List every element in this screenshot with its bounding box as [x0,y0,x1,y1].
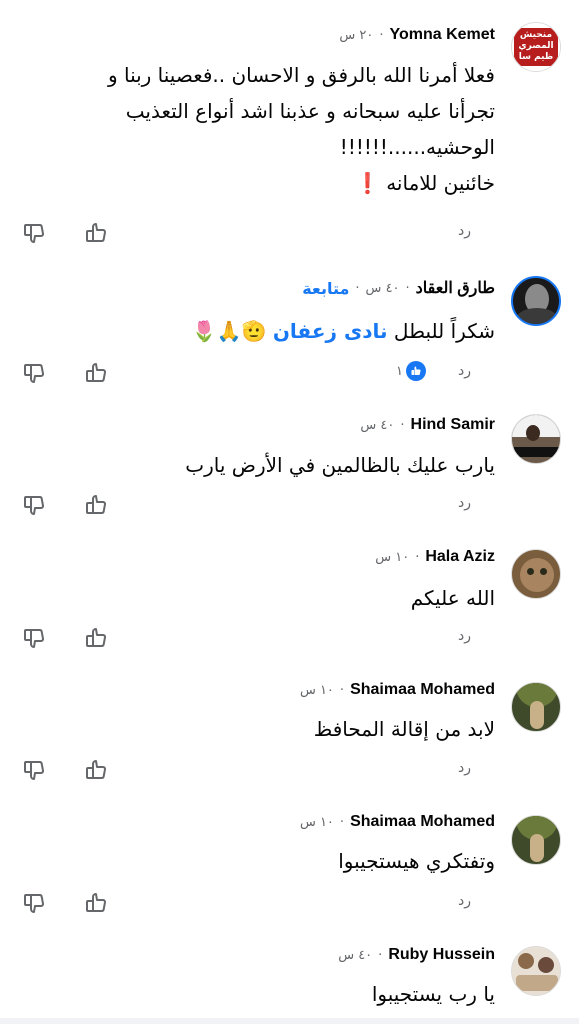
timestamp[interactable]: ٤٠ س [360,418,394,433]
follow-button[interactable]: متابعة [302,279,349,298]
avatar[interactable] [511,276,561,326]
comment-header: Shaimaa Mohamed · ١٠ س [299,813,495,831]
reaction-count: ١ [396,363,403,379]
comment-actions: ١ رد [0,359,579,391]
timestamp[interactable]: ١٠ س [300,683,334,698]
author-name[interactable]: Hind Samir [411,416,495,434]
comment-text: يا رب يستجيبوا [371,982,495,1006]
comment-actions: رد [0,219,579,251]
author-name[interactable]: طارق العقاد [416,278,495,298]
author-name[interactable]: Hala Aziz [425,548,495,566]
avatar[interactable] [511,815,561,865]
comment-header: Yomna Kemet · ٢٠ س [339,26,495,44]
dislike-icon[interactable] [20,359,48,387]
like-icon[interactable] [82,889,110,917]
dislike-icon[interactable] [20,889,48,917]
comment-text: يارب عليك بالظالمين في الأرض يارب [185,453,495,477]
dislike-icon[interactable] [20,491,48,519]
author-name[interactable]: Ruby Hussein [388,946,495,964]
author-name[interactable]: Yomna Kemet [389,26,495,44]
thumbs-up-reaction-icon [405,361,426,381]
timestamp[interactable]: ١٠ س [300,815,334,830]
comment-header: Hind Samir · ٤٠ س [360,416,495,434]
comment-header: Ruby Hussein · ٤٠ س [338,946,495,964]
reply-button[interactable]: رد [458,363,471,379]
reaction-summary[interactable]: ١ [396,361,426,381]
reply-button[interactable]: رد [458,628,471,644]
bottom-divider [0,1018,579,1024]
reply-button[interactable]: رد [458,760,471,776]
comment-text: وتفتكري هيستجيبوا [338,849,495,873]
avatar-logo: منحيش المصري ظيم سا [514,28,558,66]
comment-text: شكراً للبطل نادى زعفان 🫡🙏🌷 [191,319,495,343]
comment-header: Shaimaa Mohamed · ١٠ س [299,681,495,699]
comment-actions: رد [0,624,579,656]
avatar[interactable] [511,946,561,996]
timestamp[interactable]: ٤٠ س [366,281,400,296]
author-name[interactable]: Shaimaa Mohamed [350,681,495,699]
like-icon[interactable] [82,491,110,519]
comment-actions: رد [0,756,579,788]
mention-link[interactable]: نادى زعفان [273,319,388,343]
reply-button[interactable]: رد [458,223,471,239]
author-name[interactable]: Shaimaa Mohamed [350,813,495,831]
dislike-icon[interactable] [20,219,48,247]
reply-button[interactable]: رد [458,495,471,511]
comment-actions: رد [0,889,579,921]
avatar[interactable]: منحيش المصري ظيم سا [511,22,561,72]
timestamp[interactable]: ٤٠ س [338,948,372,963]
comment-header: Hala Aziz · ١٠ س [375,548,495,566]
timestamp[interactable]: ٢٠ س [339,28,373,43]
reply-button[interactable]: رد [458,893,471,909]
dislike-icon[interactable] [20,624,48,652]
timestamp[interactable]: ١٠ س [375,550,409,565]
like-icon[interactable] [82,624,110,652]
avatar[interactable] [511,414,561,464]
comment-text: الله عليكم [410,586,495,610]
like-icon[interactable] [82,219,110,247]
comment-actions: رد [0,491,579,523]
like-icon[interactable] [82,756,110,784]
comment-text: لابد من إقالة المحافظ [313,717,495,741]
dislike-icon[interactable] [20,756,48,784]
comment-text: فعلا أمرنا الله بالرفق و الاحسان ..فعصين… [107,63,495,195]
comment-header: طارق العقاد · ٤٠ س · متابعة [302,278,495,298]
like-icon[interactable] [82,359,110,387]
avatar[interactable] [511,682,561,732]
avatar[interactable] [511,549,561,599]
